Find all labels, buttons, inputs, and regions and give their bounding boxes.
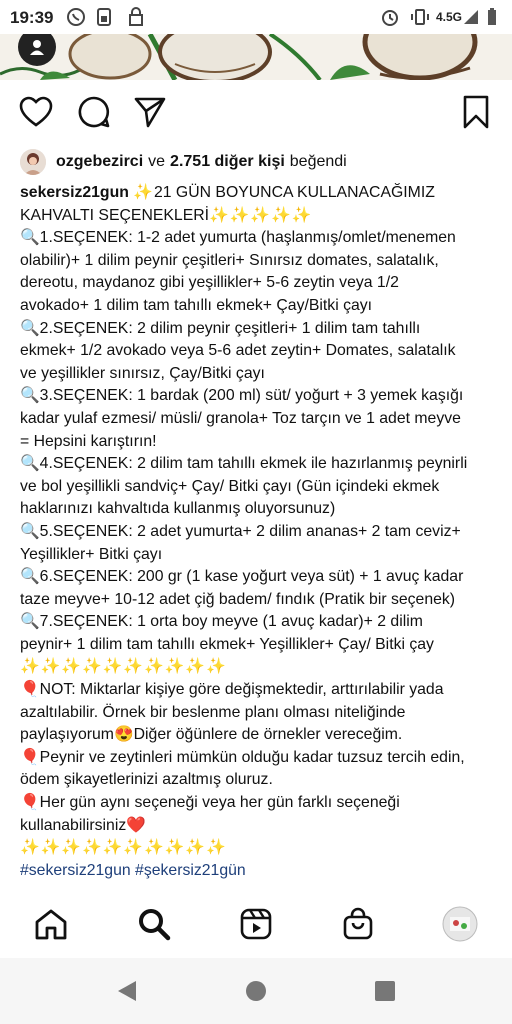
- caption-line: ekmek+ 1/2 avokado veya 5-6 adet zeytin+…: [20, 342, 456, 360]
- caption-username[interactable]: sekersiz21gun: [20, 184, 129, 201]
- caption-line: kadar yulaf ezmesi/ müsli/ granola+ Toz …: [20, 409, 461, 427]
- bottom-nav: [0, 896, 512, 948]
- search-icon[interactable]: [134, 904, 174, 944]
- share-icon[interactable]: [130, 92, 170, 132]
- caption-line: Peynir ve zeytinleri mümkün olduğu kadar…: [39, 748, 465, 766]
- balloon-icon: 🎈: [20, 794, 40, 812]
- caption-line: kullanabilirsiniz: [20, 816, 127, 834]
- magnifier-icon: 🔍: [20, 455, 40, 473]
- magnifier-icon: 🔍: [20, 319, 40, 337]
- magnifier-icon: 🔍: [20, 568, 40, 586]
- balloon-icon: 🎈: [20, 748, 40, 766]
- profile-avatar[interactable]: [440, 904, 480, 944]
- post-caption: sekersiz21gun ✨21 GÜN BOYUNCA KULLANACAĞ…: [20, 182, 502, 882]
- caption-line: 5.SEÇENEK: 2 adet yumurta+ 2 dilim anana…: [39, 522, 461, 540]
- likes-count[interactable]: 2.751 diğer kişi: [170, 153, 285, 171]
- post-action-bar: [0, 92, 512, 136]
- back-icon[interactable]: [114, 978, 140, 1004]
- magnifier-icon: 🔍: [20, 229, 40, 247]
- caption-line: 6.SEÇENEK: 200 gr (1 kase yoğurt veya sü…: [39, 568, 464, 586]
- home-circle-icon[interactable]: [243, 978, 269, 1004]
- network-label: 4.5G: [436, 10, 463, 24]
- heart-icon[interactable]: [16, 92, 56, 132]
- shop-icon[interactable]: [338, 904, 378, 944]
- likes-connector: ve: [148, 153, 166, 170]
- caption-line: Her gün aynı seçeneği veya her gün farkl…: [39, 794, 400, 812]
- sparkle-row: ✨✨✨✨✨✨✨✨✨✨: [20, 658, 227, 676]
- post-image[interactable]: [0, 34, 512, 80]
- caption-line: = Hepsini karıştırın!: [20, 432, 157, 450]
- system-nav: [0, 958, 512, 1024]
- caption-line: 1.SEÇENEK: 1-2 adet yumurta (haşlanmış/o…: [39, 229, 456, 247]
- hashtags[interactable]: #sekersiz21gun #şekersiz21gün: [20, 862, 246, 879]
- person-icon: [30, 40, 44, 55]
- caption-line: olabilir)+ 1 dilim peynir çeşitleri+ Sın…: [20, 251, 439, 269]
- status-time: 19:39: [10, 8, 54, 27]
- caption-line: avokado+ 1 dilim tam tahıllı ekmek+ Çay/…: [20, 296, 373, 314]
- caption-line: taze meyve+ 10-12 adet çiğ badem/ fındık…: [20, 590, 456, 608]
- caption-line: Diğer öğünlere de örnekler vereceğim.: [133, 726, 403, 744]
- battery-icon: [486, 7, 498, 27]
- likes-suffix: beğendi: [289, 153, 347, 170]
- magnifier-icon: 🔍: [20, 613, 40, 631]
- reels-icon[interactable]: [236, 904, 276, 944]
- liker-avatar[interactable]: [20, 149, 46, 175]
- caption-line: 4.SEÇENEK: 2 dilim tam tahıllı ekmek ile…: [39, 455, 468, 473]
- liker-username[interactable]: ozgebezirci: [56, 153, 143, 171]
- comment-icon[interactable]: [74, 92, 114, 132]
- caption-line: 3.SEÇENEK: 1 bardak (200 ml) süt/ yoğurt…: [39, 387, 464, 405]
- red-heart-emoji: ❤️: [126, 816, 146, 834]
- caption-line: 7.SEÇENEK: 1 orta boy meyve (1 avuç kada…: [39, 613, 423, 631]
- likes-summary[interactable]: ozgebezirci ve 2.751 diğer kişi beğendi: [20, 148, 502, 176]
- magnifier-icon: 🔍: [20, 387, 40, 405]
- caption-line: 21 GÜN BOYUNCA KULLANACAĞIMIZ: [153, 184, 435, 201]
- caption-line: Yeşillikler+ Bitki çayı: [20, 545, 163, 563]
- caption-line: azaltılabilir. Örnek bir beslenme planı …: [20, 703, 406, 721]
- caption-line: dereotu, maydanoz gibi yeşillikler+ 5-6 …: [20, 274, 399, 292]
- magnifier-icon: 🔍: [20, 522, 40, 540]
- caption-line: ve bol yeşillikli sandviç+ Çay/ Bitki ça…: [20, 477, 440, 495]
- whatsapp-icon: [66, 7, 86, 27]
- balloon-icon: 🎈: [20, 681, 40, 699]
- sim-icon: [96, 7, 112, 27]
- heart-eyes-emoji: 😍: [113, 726, 134, 744]
- caption-line: KAHVALTI SEÇENEKLERİ: [20, 206, 210, 224]
- sparkle-row: ✨✨✨✨✨✨✨✨✨✨: [20, 839, 227, 857]
- caption-line: 2.SEÇENEK: 2 dilim peynir çeşitleri+ 1 d…: [39, 319, 421, 337]
- home-icon[interactable]: [31, 904, 71, 944]
- vibrate-icon: [410, 7, 430, 27]
- caption-line: ödem şikayetlerinizi azaltmış oluruz.: [20, 771, 273, 789]
- caption-line: paylaşıyorum: [20, 726, 114, 744]
- bookmark-icon[interactable]: [456, 92, 496, 132]
- status-bar: 19:39 4.5G: [0, 0, 512, 34]
- caption-line: peynir+ 1 dilim tam tahıllı ekmek+ Yeşil…: [20, 635, 434, 653]
- lock-icon: [128, 7, 144, 27]
- signal-icon: [462, 7, 480, 27]
- caption-line: ve yeşillikler sınırsız, Çay/Bitki çayı: [20, 364, 265, 382]
- sparkle-icon: ✨: [133, 184, 154, 201]
- caption-line: haklarınızı kahvaltıda kullanmış oluyors…: [20, 500, 336, 518]
- sparkle-icon: ✨✨✨✨✨: [209, 206, 313, 224]
- caption-line: NOT: Miktarlar kişiye göre değişmektedir…: [39, 681, 444, 699]
- alarm-icon: [380, 7, 400, 27]
- recents-icon[interactable]: [372, 978, 398, 1004]
